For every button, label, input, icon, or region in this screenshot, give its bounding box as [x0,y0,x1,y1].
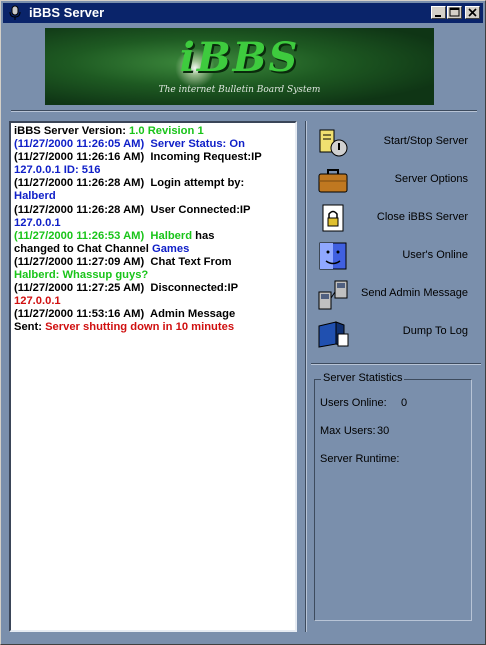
dump-to-log-label: Dump To Log [402,325,468,337]
maximize-button[interactable] [447,6,462,19]
log-line: Sent: Server shutting down in 10 minutes [14,321,292,334]
finder-face-icon [319,242,347,270]
close-window-button[interactable] [465,6,480,19]
start-stop-server-label: Start/Stop Server [383,135,468,147]
log-line: (11/27/2000 11:27:09 AM) Chat Text From [14,256,292,269]
log-segment: Halberd: Whassup guys? [14,269,149,282]
server-statistics-group [314,379,472,621]
log-line: (11/27/2000 11:53:16 AM) Admin Message [14,308,292,321]
server-options-button[interactable]: Server Options [314,164,474,198]
top-divider [11,110,477,112]
log-segment: Halberd [14,190,56,203]
ibbs-banner: iBBS The internet Bulletin Board System [45,28,434,105]
close-ibbs-server-label: Close iBBS Server [376,211,468,223]
title-bar[interactable]: iBBS Server [3,3,483,23]
lock-icon [322,204,344,232]
start-stop-server-button[interactable]: Start/Stop Server [314,126,474,160]
log-line: (11/27/2000 11:27:25 AM) Disconnected:IP [14,282,292,295]
log-segment: (11/27/2000 11:26:16 AM) Incoming Reques… [14,151,262,164]
log-segment: 127.0.0.1 [14,216,61,229]
log-segment: Games [152,242,190,255]
log-segment: 127.0.0.1 ID: 516 [14,164,101,177]
log-line: (11/27/2000 11:26:28 AM) User Connected:… [14,204,292,217]
log-segment: (11/27/2000 11:26:28 AM) User Connected:… [14,203,251,216]
banner-subtitle: The internet Bulletin Board System [158,85,321,95]
server-runtime-stat-label: Server Runtime: [320,453,400,465]
log-segment: Sent: [14,321,46,334]
briefcase-icon [318,169,348,193]
users-online-button[interactable]: User's Online [314,240,474,274]
max-users-stat-label: Max Users: [320,425,376,437]
log-segment: (11/27/2000 11:27:25 AM) Disconnected:IP [14,282,239,295]
log-line: Halberd: Whassup guys? [14,269,292,282]
log-segment: (11/27/2000 11:27:09 AM) Chat Text From [14,255,232,268]
file-cabinet-icon [318,321,349,348]
log-segment: 1.0 Revision 1 [129,125,204,137]
log-line: iBBS Server Version: 1.0 Revision 1 [14,125,292,138]
maximize-icon [449,7,460,17]
log-line: (11/27/2000 11:26:28 AM) Login attempt b… [14,177,292,190]
send-admin-message-label: Send Admin Message [360,287,468,299]
stats-divider [311,363,481,365]
server-log[interactable]: iBBS Server Version: 1.0 Revision 1 (11/2… [9,121,297,632]
network-computers-icon [318,280,348,310]
log-segment: 127.0.0.1 [14,295,61,308]
log-line: 127.0.0.1 [14,217,292,230]
log-segment: changed to Chat Channel [14,242,152,255]
log-line: Halberd [14,190,292,203]
log-line: (11/27/2000 11:26:16 AM) Incoming Reques… [14,151,292,164]
log-segment: Server shutting down in 10 minutes [45,321,235,334]
log-segment: iBBS Server Version: [14,125,130,137]
log-line: changed to Chat Channel Games [14,243,292,256]
log-segment: (11/27/2000 11:26:28 AM) Login attempt b… [14,177,245,190]
log-segment: (11/27/2000 11:53:16 AM) Admin Message [14,308,236,321]
server-options-label: Server Options [394,173,468,185]
users-online-stat-value: 0 [401,397,408,409]
log-line: 127.0.0.1 [14,295,292,308]
users-online-stat-label: Users Online: [320,397,387,409]
log-segment: (11/27/2000 11:26:53 AM) Halberd [14,229,193,242]
banner-logo: iBBS [179,34,300,81]
vertical-divider [305,121,307,632]
app-window: iBBS Server iBBS The internet Bulletin B… [0,0,486,645]
minimize-button[interactable] [431,6,446,19]
log-line: 127.0.0.1 ID: 516 [14,164,292,177]
microphone-icon [9,5,21,20]
minimize-icon [435,15,441,17]
send-admin-message-button[interactable]: Send Admin Message [314,278,474,312]
close-icon [468,8,477,17]
log-segment: has [192,229,215,242]
dump-to-log-button[interactable]: Dump To Log [314,316,474,350]
log-line: (11/27/2000 11:26:05 AM) Server Status: … [14,138,292,151]
log-line: (11/27/2000 11:26:53 AM) Halberd has [14,230,292,243]
server-statistics-legend: Server Statistics [321,372,405,384]
users-online-label: User's Online [402,249,468,261]
max-users-stat-value: 30 [377,425,390,437]
window-title: iBBS Server [29,5,105,20]
log-segment: (11/27/2000 11:26:05 AM) Server Status: … [14,138,245,151]
close-ibbs-server-button[interactable]: Close iBBS Server [314,202,474,236]
start-stop-server-icon [319,129,348,157]
